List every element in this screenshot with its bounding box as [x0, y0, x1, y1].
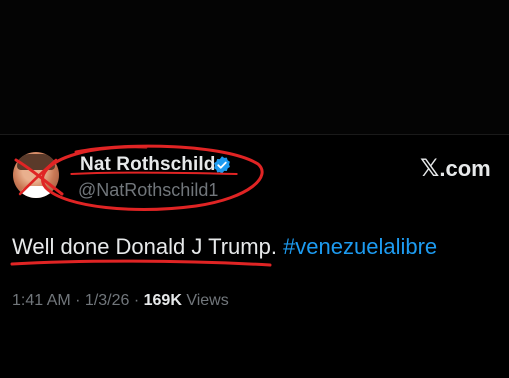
avatar-hair — [17, 154, 55, 170]
display-name[interactable]: Nat Rothschild — [80, 154, 215, 176]
hashtag-link[interactable]: #venezuelalibre — [283, 234, 437, 259]
tweet-time[interactable]: 1:41 AM — [12, 292, 71, 309]
tweet-text: Well done Donald J Trump. #venezuelalibr… — [12, 234, 437, 260]
meta-separator-2: · — [129, 292, 144, 309]
meta-separator: · — [70, 292, 85, 309]
tweet-date[interactable]: 1/3/26 — [85, 292, 129, 309]
avatar-shirt — [19, 186, 53, 198]
tweet-metadata: 1:41 AM · 1/3/26 · 169K Views — [12, 292, 229, 310]
user-handle[interactable]: @NatRothschild1 — [78, 180, 218, 201]
avatar[interactable] — [13, 152, 59, 198]
x-logo-icon: 𝕏.com — [420, 154, 491, 183]
tweet-text-plain: Well done Donald J Trump. — [12, 234, 284, 259]
verified-badge-icon — [214, 156, 230, 174]
views-label: Views — [181, 292, 229, 309]
views-count[interactable]: 169K — [144, 292, 182, 309]
x-logo-glyph: 𝕏 — [420, 155, 440, 182]
x-logo-suffix: .com — [439, 156, 491, 181]
